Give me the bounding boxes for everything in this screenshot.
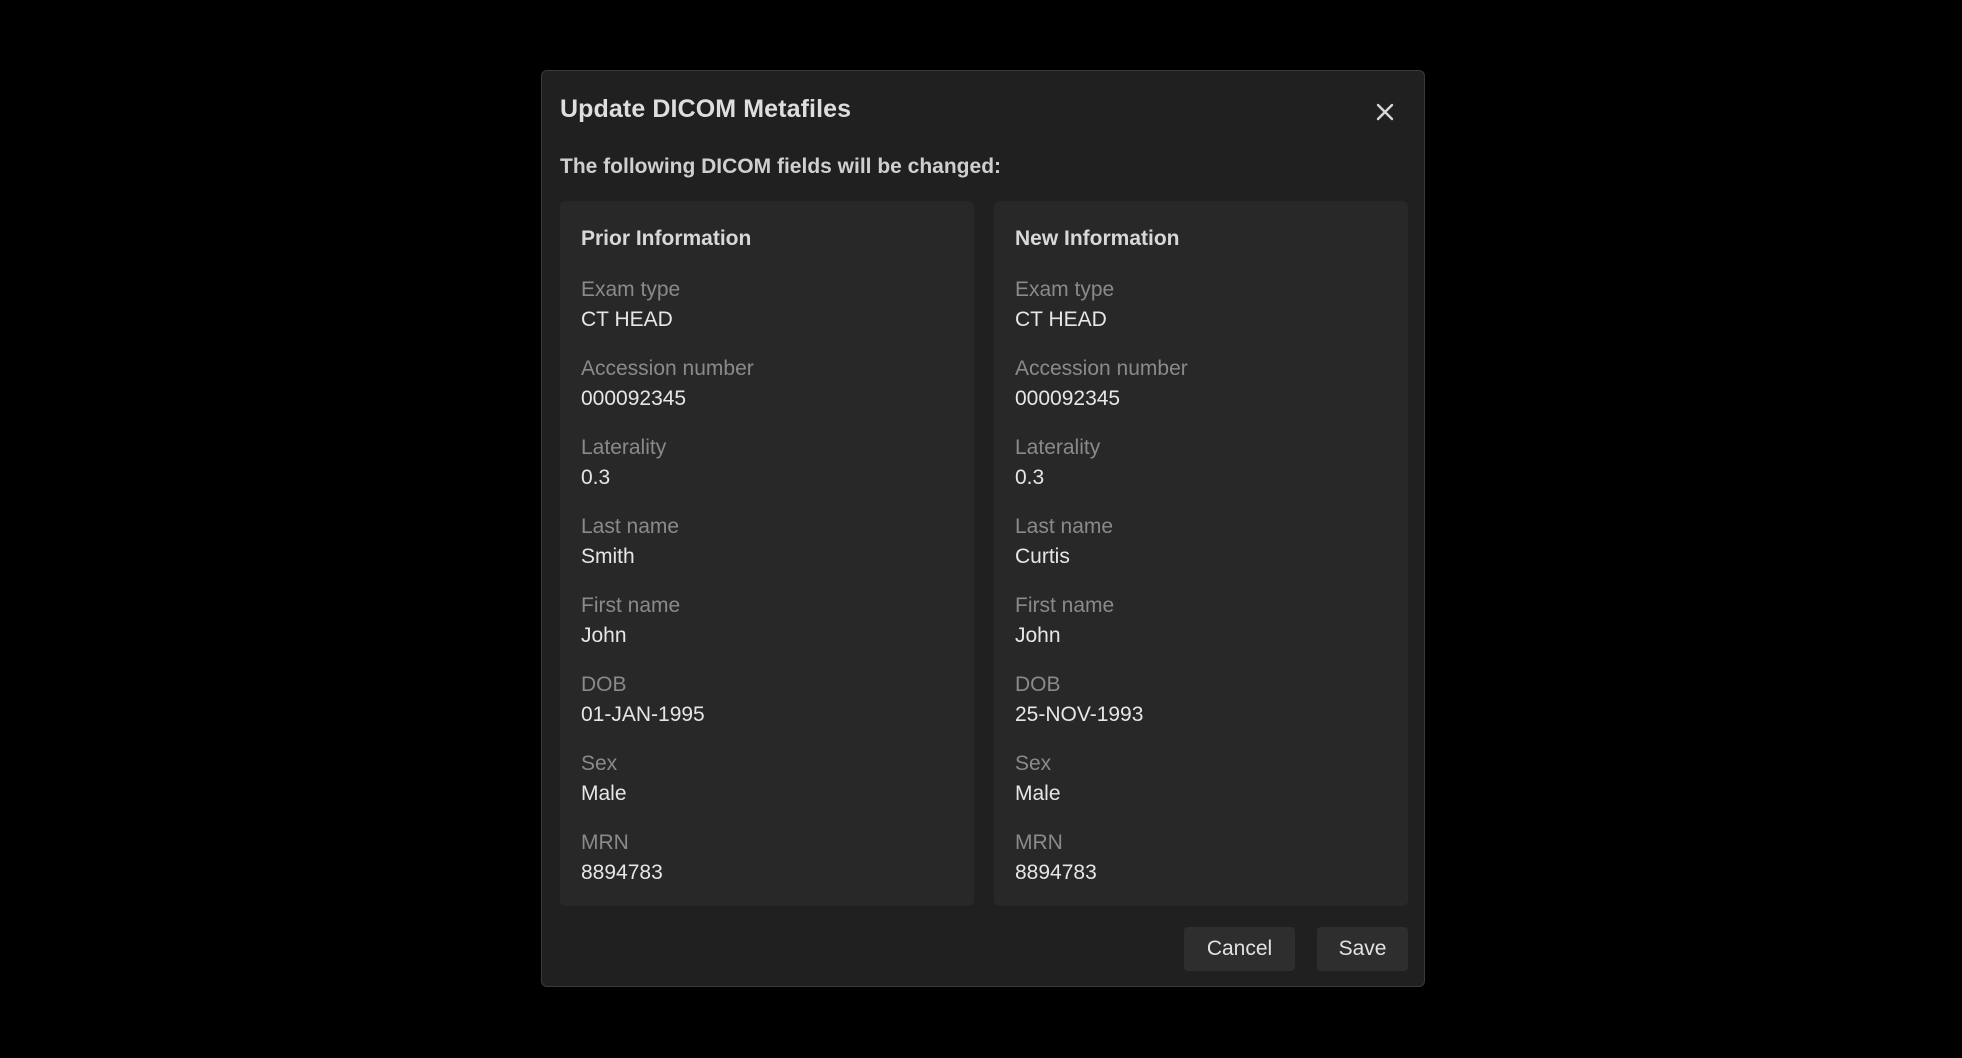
- prior-field-accession-number: Accession number 000092345: [581, 354, 953, 433]
- field-label: Accession number: [1015, 357, 1188, 380]
- update-dicom-dialog: Update DICOM Metafiles The following DIC…: [541, 70, 1425, 987]
- field-value: 01-JAN-1995: [581, 703, 705, 726]
- field-label: Exam type: [581, 278, 681, 301]
- new-field-sex: Sex Male: [1015, 749, 1387, 828]
- close-icon: [1376, 103, 1394, 121]
- field-label: DOB: [1015, 673, 1061, 696]
- new-information-heading: New Information: [1015, 227, 1180, 250]
- field-value: Smith: [581, 545, 635, 568]
- field-value: 000092345: [581, 387, 687, 410]
- prior-field-sex: Sex Male: [581, 749, 953, 828]
- field-value: CT HEAD: [581, 308, 673, 331]
- field-value: 000092345: [1015, 387, 1121, 410]
- field-label: Sex: [1015, 752, 1052, 775]
- field-label: MRN: [581, 831, 629, 854]
- field-value: Curtis: [1015, 545, 1070, 568]
- field-value: 25-NOV-1993: [1015, 703, 1144, 726]
- new-information-panel: New Information Exam type CT HEAD Access…: [994, 201, 1408, 906]
- field-label: MRN: [1015, 831, 1063, 854]
- new-field-dob: DOB 25-NOV-1993: [1015, 670, 1387, 749]
- prior-field-dob: DOB 01-JAN-1995: [581, 670, 953, 749]
- save-button[interactable]: Save: [1317, 927, 1408, 971]
- prior-field-first-name: First name John: [581, 591, 953, 670]
- dialog-title: Update DICOM Metafiles: [560, 95, 852, 123]
- new-field-mrn: MRN 8894783: [1015, 828, 1387, 907]
- cancel-button[interactable]: Cancel: [1184, 927, 1295, 971]
- prior-field-last-name: Last name Smith: [581, 512, 953, 591]
- field-value: 0.3: [581, 466, 611, 489]
- field-value: Male: [581, 782, 627, 805]
- field-value: John: [1015, 624, 1061, 647]
- prior-information-heading: Prior Information: [581, 227, 752, 250]
- field-value: CT HEAD: [1015, 308, 1107, 331]
- field-label: Last name: [1015, 515, 1114, 538]
- field-label: Accession number: [581, 357, 754, 380]
- field-label: First name: [581, 594, 681, 617]
- field-value: Male: [1015, 782, 1061, 805]
- dialog-subtitle: The following DICOM fields will be chang…: [560, 155, 1002, 178]
- new-field-first-name: First name John: [1015, 591, 1387, 670]
- field-value: 8894783: [1015, 861, 1097, 884]
- new-field-last-name: Last name Curtis: [1015, 512, 1387, 591]
- prior-field-laterality: Laterality 0.3: [581, 433, 953, 512]
- field-label: Exam type: [1015, 278, 1115, 301]
- field-label: First name: [1015, 594, 1115, 617]
- field-value: John: [581, 624, 627, 647]
- new-field-accession-number: Accession number 000092345: [1015, 354, 1387, 433]
- prior-field-mrn: MRN 8894783: [581, 828, 953, 907]
- field-label: Sex: [581, 752, 618, 775]
- close-button[interactable]: [1370, 97, 1400, 127]
- field-value: 8894783: [581, 861, 663, 884]
- new-field-laterality: Laterality 0.3: [1015, 433, 1387, 512]
- new-field-exam-type: Exam type CT HEAD: [1015, 275, 1387, 354]
- field-label: Last name: [581, 515, 680, 538]
- field-label: Laterality: [581, 436, 667, 459]
- field-value: 0.3: [1015, 466, 1045, 489]
- field-label: DOB: [581, 673, 627, 696]
- field-label: Laterality: [1015, 436, 1101, 459]
- prior-information-panel: Prior Information Exam type CT HEAD Acce…: [560, 201, 974, 906]
- prior-field-exam-type: Exam type CT HEAD: [581, 275, 953, 354]
